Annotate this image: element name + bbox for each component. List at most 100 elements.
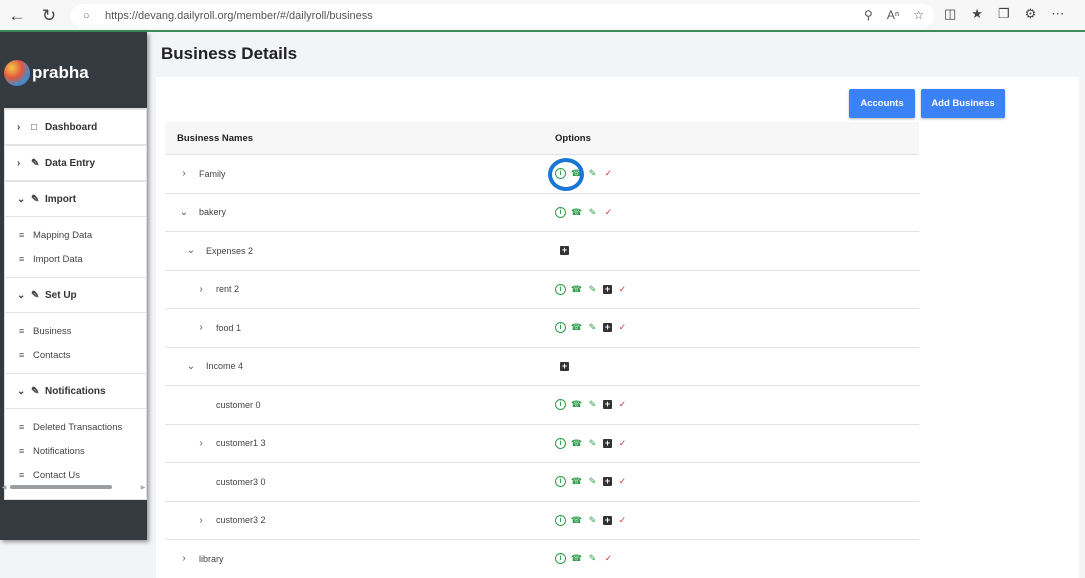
phone-icon[interactable]: ☎ [571,515,582,526]
sidebar-group-data-entry[interactable]: › ✎ Data Entry [5,145,146,181]
table-row[interactable]: ⌄ Income 4 + [165,348,919,386]
edit-pencil-icon[interactable]: ✎ [587,476,598,487]
favorite-star-icon[interactable]: ☆ [913,8,924,22]
info-icon[interactable]: i [555,399,566,411]
table-row[interactable]: ⌄ bakery i ☎ ✎ ✓ [165,194,919,232]
accounts-button[interactable]: Accounts [849,89,915,118]
add-icon[interactable]: + [603,515,612,525]
edit-pencil-icon[interactable]: ✎ [587,284,598,295]
info-icon[interactable]: i [555,322,566,334]
phone-icon[interactable]: ☎ [571,322,582,333]
chevron-right-icon[interactable]: › [194,438,208,449]
phone-icon[interactable]: ☎ [571,476,582,487]
table-row[interactable]: › customer3 2 i ☎ ✎ + ✓ [165,502,919,540]
add-icon[interactable]: + [603,400,612,410]
add-icon[interactable]: + [560,246,569,256]
phone-icon[interactable]: ☎ [571,438,582,449]
brand[interactable]: prabha [4,58,89,88]
scroll-left-icon[interactable]: ◀ [0,484,8,491]
sidebar-item-import-data[interactable]: ≡ Import Data [5,247,146,271]
sidebar-item-notifications[interactable]: ≡ Notifications [5,439,146,463]
edit-pencil-icon[interactable]: ✎ [587,168,598,179]
check-icon[interactable]: ✓ [603,168,614,179]
check-icon[interactable]: ✓ [617,515,628,526]
row-options: + [560,246,569,256]
table-row[interactable]: › rent 2 i ☎ ✎ + ✓ [165,271,919,309]
table-row[interactable]: › Family i ☎ ✎ ✓ [165,155,919,194]
add-icon[interactable]: + [603,284,612,294]
add-icon[interactable]: + [560,361,569,371]
header-business-names: Business Names [177,132,254,144]
edit-pencil-icon[interactable]: ✎ [587,322,598,333]
zoom-icon[interactable]: ⚲ [864,8,873,22]
check-icon[interactable]: ✓ [617,438,628,449]
sidebar-group-dashboard[interactable]: › □ Dashboard [5,109,146,145]
business-name: customer3 0 [216,476,266,487]
phone-icon[interactable]: ☎ [571,207,582,218]
edit-pencil-icon[interactable]: ✎ [587,399,598,410]
check-icon[interactable]: ✓ [617,476,628,487]
row-options: i ☎ ✎ + ✓ [555,514,628,526]
check-icon[interactable]: ✓ [617,399,628,410]
sidebar-item-deleted-transactions[interactable]: ≡ Deleted Transactions [5,415,146,439]
add-business-button[interactable]: Add Business [921,89,1005,118]
info-icon[interactable]: i [555,553,566,565]
info-icon[interactable]: i [555,206,566,218]
info-icon[interactable]: i [555,476,566,488]
add-icon[interactable]: + [603,477,612,487]
info-icon[interactable]: i [555,437,566,449]
info-icon[interactable]: i [555,283,566,295]
sidebar-item-label: Import Data [33,253,83,265]
add-icon[interactable]: + [603,438,612,448]
sidebar-horizontal-scrollbar[interactable]: ◀ ▶ [0,482,147,492]
info-icon[interactable]: i [555,514,566,526]
chevron-right-icon[interactable]: › [194,515,208,526]
scrollbar-thumb[interactable] [10,485,112,489]
chevron-right-icon[interactable]: › [194,322,208,333]
chevron-down-icon[interactable]: ⌄ [184,361,198,372]
phone-icon[interactable]: ☎ [571,399,582,410]
table-row[interactable]: › library i ☎ ✎ ✓ [165,540,919,578]
chevron-right-icon[interactable]: › [194,284,208,295]
business-name: Expenses 2 [206,245,254,256]
chevron-right-icon[interactable]: › [177,168,191,179]
check-icon[interactable]: ✓ [603,553,614,564]
lock-icon[interactable]: ○ [83,10,97,22]
edit-pencil-icon[interactable]: ✎ [587,553,598,564]
extension-icon[interactable]: ⚙ [1025,6,1037,22]
phone-icon[interactable]: ☎ [571,553,582,564]
table-row[interactable]: customer 0 i ☎ ✎ + ✓ [165,386,919,425]
table-row[interactable]: customer3 0 i ☎ ✎ + ✓ [165,463,919,502]
add-icon[interactable]: + [603,323,612,333]
favorites-icon[interactable]: ★ [971,6,983,22]
check-icon[interactable]: ✓ [617,284,628,295]
back-arrow-icon[interactable]: ← [2,1,32,31]
sidebar-group-import[interactable]: ⌄ ✎ Import [5,181,146,217]
check-icon[interactable]: ✓ [617,322,628,333]
table-row[interactable]: ⌄ Expenses 2 + [165,232,919,271]
sidebar-item-business[interactable]: ≡ Business [5,319,146,343]
sidebar-group-set-up[interactable]: ⌄ ✎ Set Up [5,277,146,313]
table-row[interactable]: › food 1 i ☎ ✎ + ✓ [165,309,919,348]
edit-pencil-icon[interactable]: ✎ [587,438,598,449]
row-options: i ☎ ✎ + ✓ [555,399,628,411]
collections-icon[interactable]: ❐ [998,6,1010,22]
chevron-down-icon[interactable]: ⌄ [184,245,198,256]
chevron-down-icon[interactable]: ⌄ [177,207,191,218]
chevron-right-icon[interactable]: › [177,553,191,564]
edit-pencil-icon[interactable]: ✎ [587,515,598,526]
edit-pencil-icon[interactable]: ✎ [587,207,598,218]
address-bar-actions: ⚲ Aⁿ ☆ [864,8,924,22]
sidebar-item-contacts[interactable]: ≡ Contacts [5,343,146,367]
read-aloud-icon[interactable]: Aⁿ [887,8,899,22]
sidebar-group-notifications[interactable]: ⌄ ✎ Notifications [5,373,146,409]
table-row[interactable]: › customer1 3 i ☎ ✎ + ✓ [165,425,919,463]
scroll-right-icon[interactable]: ▶ [139,484,147,491]
refresh-icon[interactable]: ↻ [34,1,64,31]
sidebar-item-mapping-data[interactable]: ≡ Mapping Data [5,223,146,247]
split-screen-icon[interactable]: ◫ [944,6,956,22]
address-bar[interactable]: ○ https://devang.dailyroll.org/member/#/… [71,4,934,28]
phone-icon[interactable]: ☎ [571,284,582,295]
more-menu-icon[interactable]: ⋯ [1051,6,1064,22]
check-icon[interactable]: ✓ [603,207,614,218]
